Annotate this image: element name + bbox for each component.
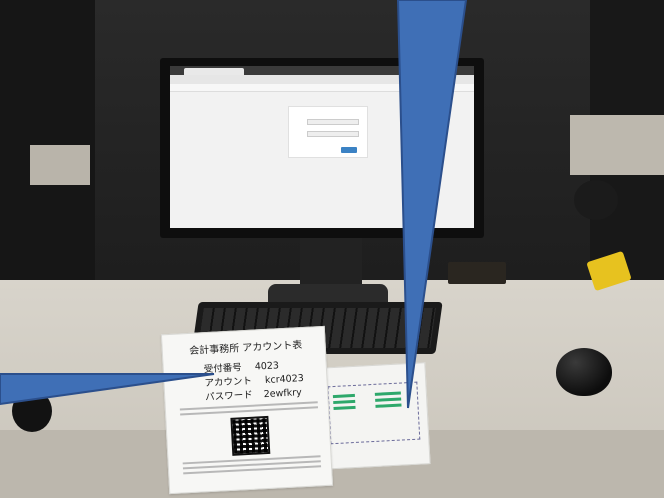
callout-overlay [0, 0, 468, 409]
callout-pointer-left [0, 373, 215, 406]
callout-pointer-right [396, 0, 468, 409]
photo-scene: 会計事務所 アカウント表 受付番号 4023 アカウント kcr4023 パスワ… [0, 0, 664, 498]
